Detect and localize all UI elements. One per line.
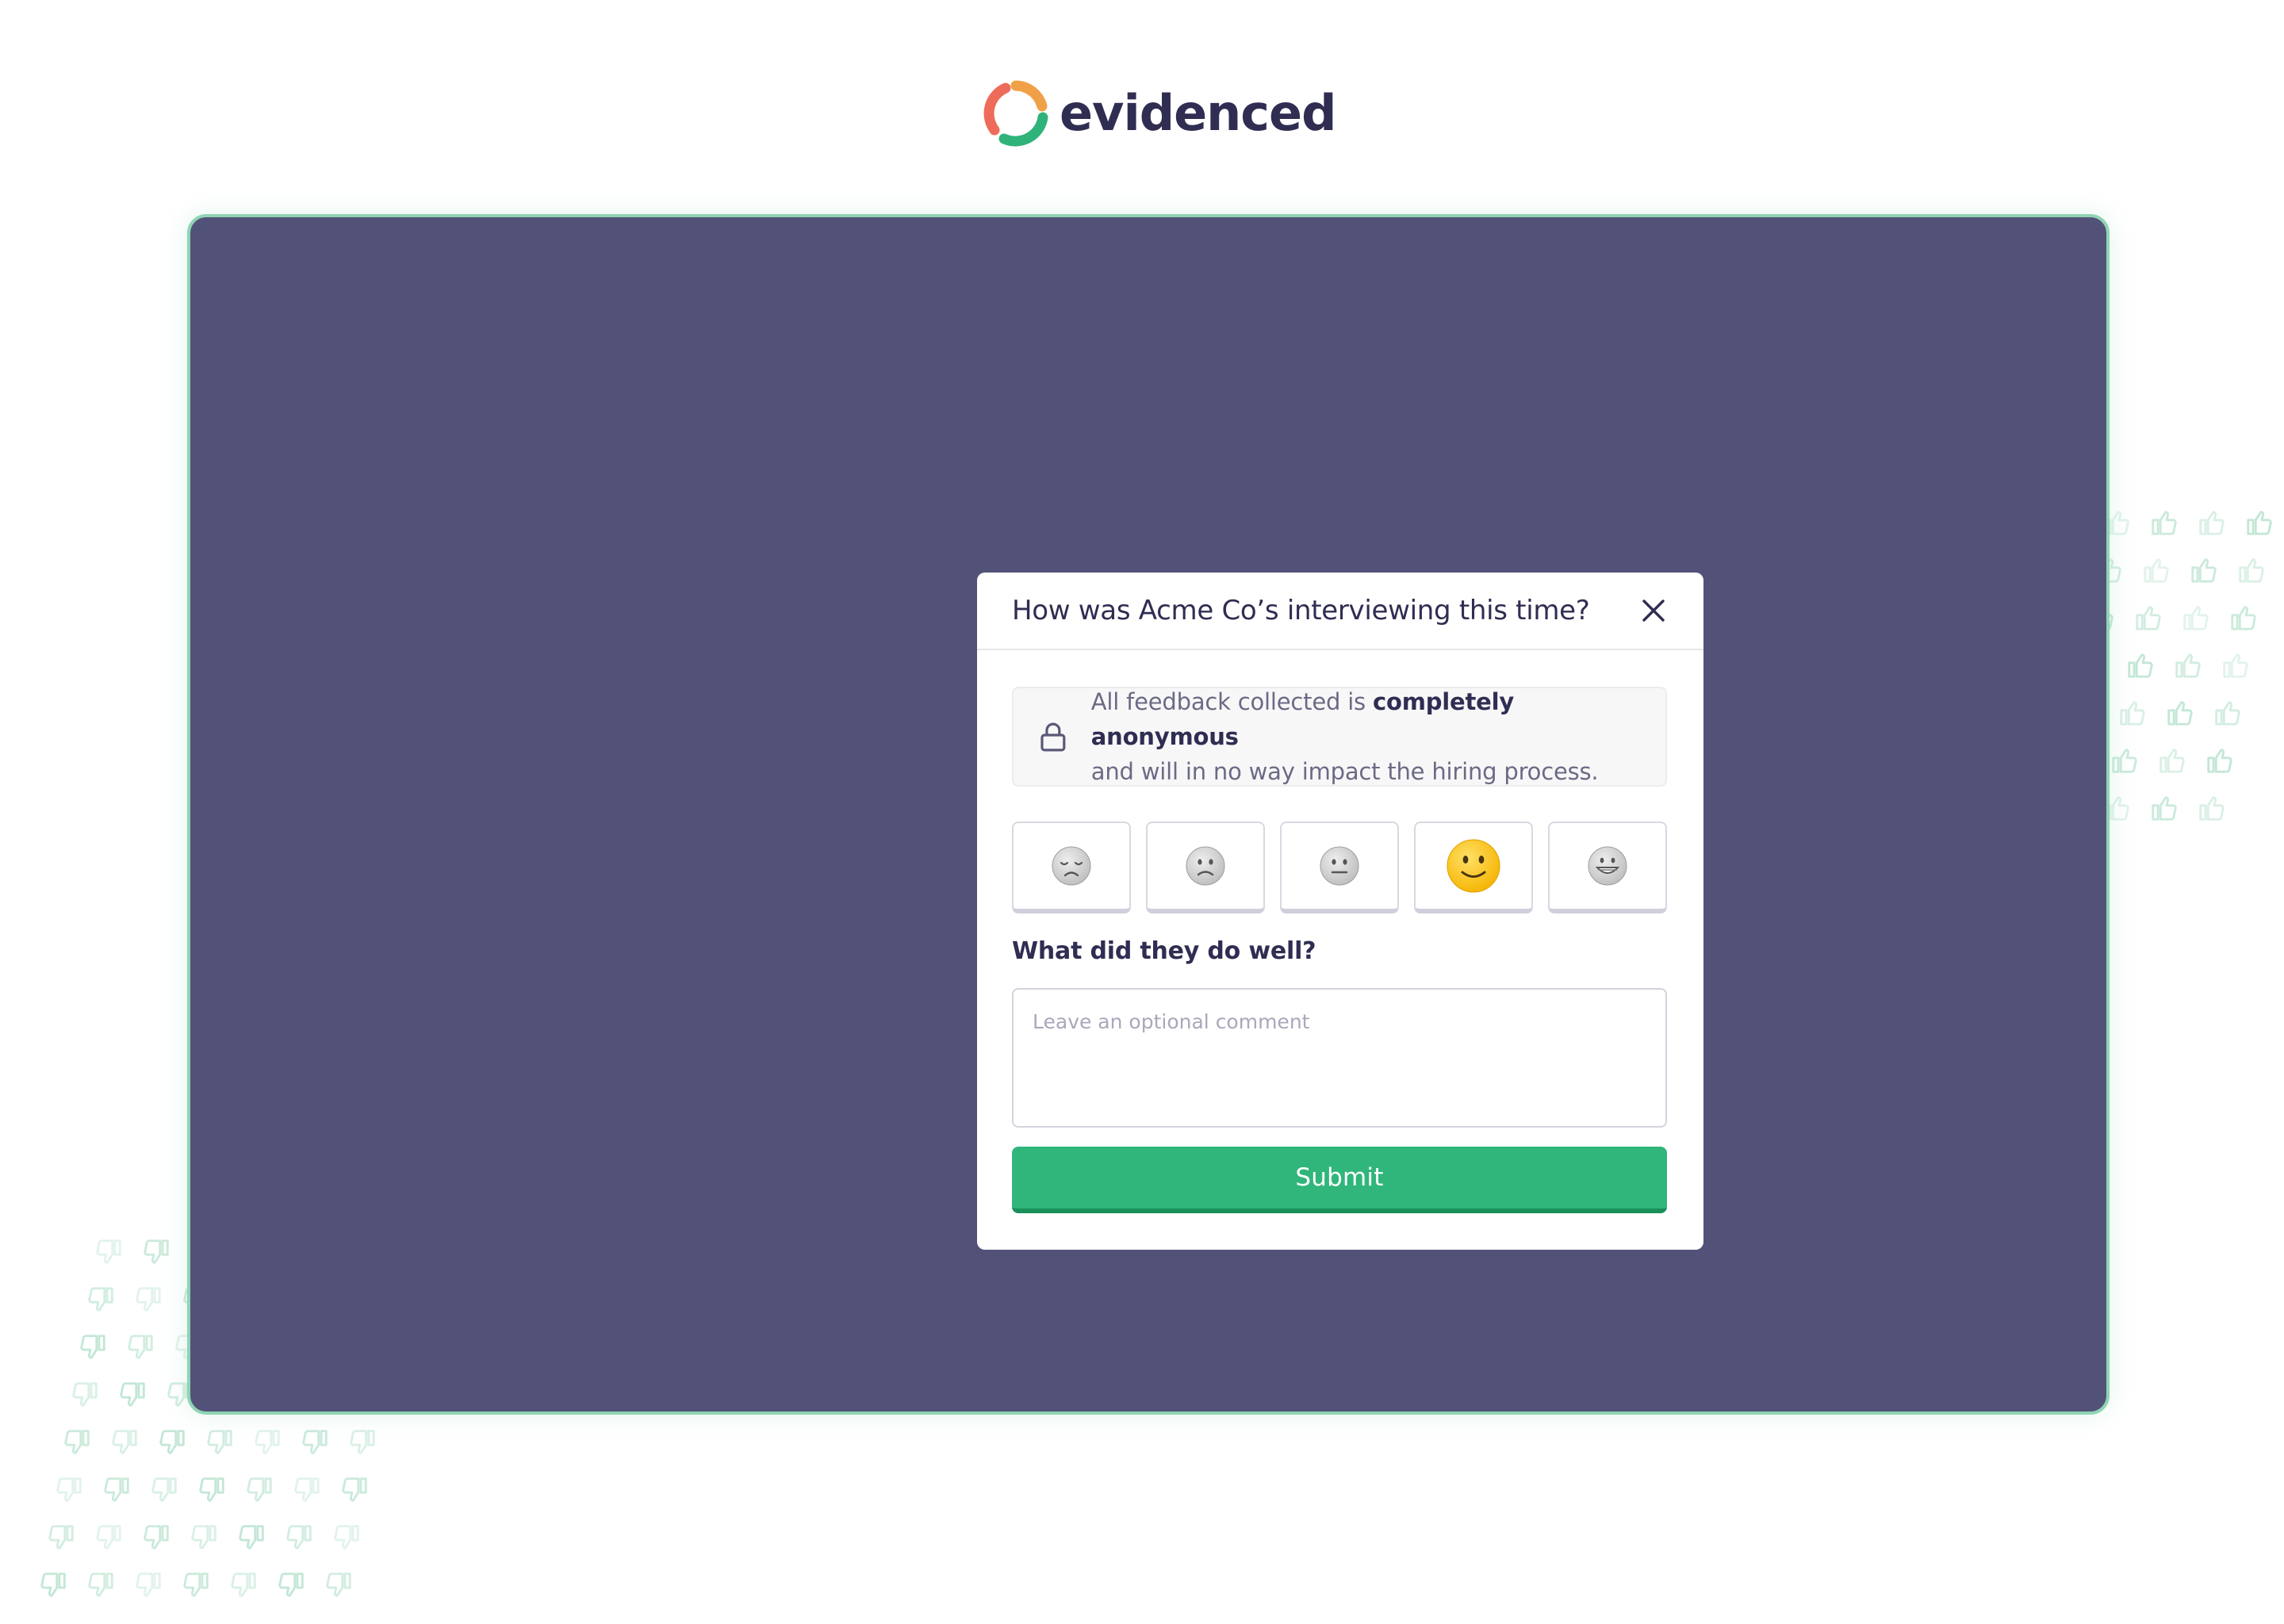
slightly-frowning-face-icon xyxy=(1186,846,1225,886)
thumbs-up-icon xyxy=(2173,650,2203,680)
rating-neutral-button[interactable] xyxy=(1280,822,1399,914)
thumbs-down-icon xyxy=(62,1427,92,1457)
thumbs-down-icon xyxy=(339,1475,370,1505)
rating-bad-button[interactable] xyxy=(1146,822,1265,914)
evidenced-logo-text: evidenced xyxy=(1060,84,1336,142)
thumbs-up-icon xyxy=(2125,650,2156,680)
thumbs-down-icon xyxy=(94,1237,124,1267)
modal-header: How was Acme Co’s interviewing this time… xyxy=(977,573,1703,650)
comment-textarea[interactable] xyxy=(1012,988,1667,1128)
thumbs-down-icon xyxy=(181,1570,211,1600)
thumbs-down-icon xyxy=(236,1522,266,1553)
thumbs-up-icon xyxy=(2213,698,2243,728)
thumbs-down-icon xyxy=(157,1427,187,1457)
thumbs-down-icon xyxy=(331,1522,362,1553)
thumbs-up-icon xyxy=(2221,650,2251,680)
neutral-face-icon xyxy=(1320,846,1359,886)
grinning-face-icon xyxy=(1588,846,1627,886)
evidenced-logo-mark xyxy=(983,80,1048,147)
thumbs-down-icon xyxy=(70,1380,100,1410)
rating-very-bad-button[interactable] xyxy=(1012,822,1131,914)
thumbs-down-icon xyxy=(276,1570,306,1600)
submit-button[interactable]: Submit xyxy=(1012,1147,1667,1213)
thumbs-down-icon xyxy=(125,1332,155,1362)
thumbs-up-icon xyxy=(2117,698,2148,728)
thumbs-down-icon xyxy=(189,1522,219,1553)
thumbs-down-icon xyxy=(149,1475,179,1505)
thumbs-down-icon xyxy=(117,1380,148,1410)
thumbs-down-icon xyxy=(284,1522,314,1553)
disappointed-face-icon xyxy=(1052,846,1091,886)
anonymity-notice-text: All feedback collected is completely ano… xyxy=(1091,684,1665,789)
feedback-modal: How was Acme Co’s interviewing this time… xyxy=(977,573,1703,1250)
modal-title: How was Acme Co’s interviewing this time… xyxy=(1012,595,1590,626)
lock-icon xyxy=(1040,722,1066,752)
thumbs-down-icon xyxy=(38,1570,68,1600)
anonymity-notice: All feedback collected is completely ano… xyxy=(1012,687,1667,787)
thumbs-down-icon xyxy=(141,1237,171,1267)
thumbs-up-icon xyxy=(2165,698,2195,728)
notice-text-after: and will in no way impact the hiring pro… xyxy=(1090,758,1599,785)
thumbs-down-icon xyxy=(133,1570,163,1600)
thumbs-down-icon xyxy=(300,1427,330,1457)
thumbs-down-icon xyxy=(86,1285,116,1315)
rating-very-good-button[interactable] xyxy=(1548,822,1667,914)
thumbs-up-icon xyxy=(2110,745,2140,776)
thumbs-down-icon xyxy=(244,1475,274,1505)
thumbs-down-icon xyxy=(133,1285,163,1315)
notice-text-before: All feedback collected is xyxy=(1090,688,1373,715)
rating-options xyxy=(1012,822,1667,914)
slightly-smiling-face-icon xyxy=(1447,839,1500,893)
thumbs-up-icon xyxy=(2205,745,2235,776)
question-label: What did they do well? xyxy=(1012,937,1316,965)
thumbs-down-icon xyxy=(197,1475,227,1505)
thumbs-down-icon xyxy=(94,1522,124,1553)
thumbs-up-icon xyxy=(2189,555,2219,585)
thumbs-up-icon xyxy=(2149,508,2179,538)
thumbs-up-icon xyxy=(2141,555,2171,585)
thumbs-up-icon xyxy=(2149,793,2179,823)
thumbs-down-icon xyxy=(324,1570,354,1600)
close-icon xyxy=(1642,599,1665,622)
thumbs-up-icon xyxy=(2197,793,2227,823)
thumbs-up-icon xyxy=(2228,603,2259,633)
close-button[interactable] xyxy=(1638,596,1669,626)
thumbs-down-icon xyxy=(292,1475,322,1505)
thumbs-down-icon xyxy=(54,1475,84,1505)
thumbs-up-icon xyxy=(2181,603,2211,633)
thumbs-up-icon xyxy=(2197,508,2227,538)
thumbs-down-icon xyxy=(102,1475,132,1505)
thumbs-down-icon xyxy=(205,1427,235,1457)
thumbs-down-icon xyxy=(252,1427,282,1457)
thumbs-down-icon xyxy=(78,1332,108,1362)
app-preview-frame: How was Acme Co’s interviewing this time… xyxy=(187,214,2110,1415)
thumbs-up-icon xyxy=(2244,508,2274,538)
thumbs-up-icon xyxy=(2157,745,2187,776)
thumbs-down-icon xyxy=(86,1570,116,1600)
rating-good-button[interactable] xyxy=(1414,822,1533,914)
thumbs-up-icon xyxy=(2133,603,2163,633)
thumbs-up-icon xyxy=(2236,555,2267,585)
thumbs-down-icon xyxy=(109,1427,140,1457)
thumbs-down-icon xyxy=(228,1570,259,1600)
evidenced-logo: evidenced xyxy=(980,78,1336,149)
thumbs-down-icon xyxy=(141,1522,171,1553)
thumbs-down-icon xyxy=(347,1427,377,1457)
thumbs-down-icon xyxy=(46,1522,76,1553)
